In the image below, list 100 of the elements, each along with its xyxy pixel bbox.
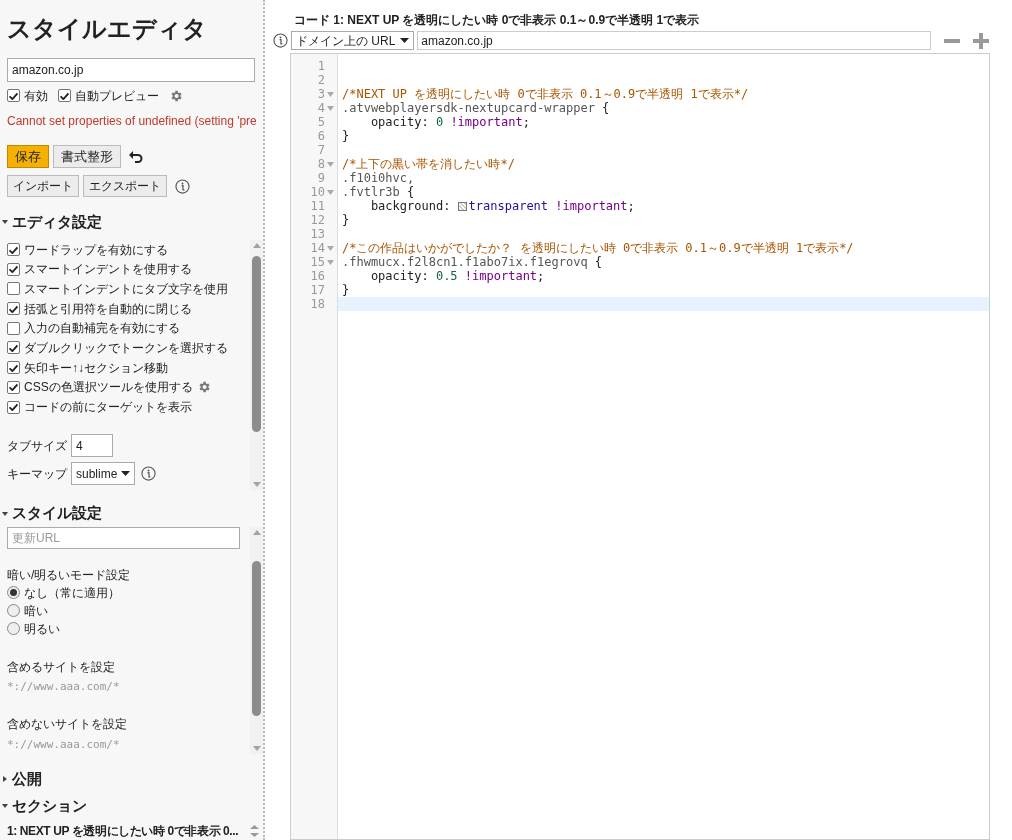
line-number: 10 xyxy=(310,185,325,199)
caret-icon xyxy=(400,38,410,43)
checkbox-label: 自動プレビュー xyxy=(75,87,159,105)
applies-to-field[interactable]: amazon.co.jp xyxy=(417,31,932,50)
format-button[interactable]: 書式整形 xyxy=(53,145,121,169)
checkbox[interactable] xyxy=(7,282,20,296)
checkmark-icon xyxy=(9,91,18,100)
code-line: .fhwmucx.f2l8cn1.f1abo7ix.f1egrovq { xyxy=(342,255,603,269)
mode-label: 暗い/明るいモード設定 xyxy=(7,566,132,584)
line-number: 5 xyxy=(317,115,325,129)
line-number: 12 xyxy=(310,213,325,227)
disclosure-icon[interactable] xyxy=(2,802,8,809)
include-label: 含めるサイトを設定 xyxy=(7,658,116,676)
checkbox[interactable] xyxy=(7,262,20,276)
code-line: /*この作品はいかがでしたか？ を透明にしたい時 0で非表示 0.1～0.9で半透明 1で表示*/ xyxy=(342,241,854,255)
line-number: 7 xyxy=(317,143,325,157)
checkbox[interactable] xyxy=(7,89,20,103)
code-line: .f10i0hvc, xyxy=(342,171,415,185)
info-icon[interactable] xyxy=(273,33,288,48)
checkmark-icon xyxy=(9,265,18,274)
option-label: ダブルクリックでトークンを選択する xyxy=(24,339,228,357)
checkbox[interactable] xyxy=(7,321,20,335)
checkmark-icon xyxy=(9,383,18,392)
option-label: コードの前にターゲットを表示 xyxy=(24,399,192,416)
disclosure-icon[interactable] xyxy=(2,510,8,517)
code-line: /*上下の黒い帯を消したい時*/ xyxy=(342,157,515,171)
tab-size-field[interactable]: 4 xyxy=(71,434,113,458)
radio-label: 明るい xyxy=(24,620,60,638)
code-line: .fvtlr3b { xyxy=(342,185,415,199)
code-line: opacity: 0.5 !important; xyxy=(369,269,545,283)
option-label: 矢印キー↑↓セクション移動 xyxy=(24,359,168,377)
field-label: タブサイズ xyxy=(7,437,68,455)
checkmark-icon xyxy=(9,403,18,411)
spinner-icon[interactable] xyxy=(250,824,259,838)
radio-button[interactable] xyxy=(7,622,20,636)
info-icon[interactable] xyxy=(141,466,157,482)
checkmark-icon xyxy=(60,91,69,100)
line-number: 13 xyxy=(310,227,325,241)
checkbox[interactable] xyxy=(7,243,20,256)
save-button[interactable]: 保存 xyxy=(7,145,49,169)
option-label: スマートインデントを使用する xyxy=(24,261,192,279)
line-number: 4 xyxy=(317,101,325,115)
gear-icon[interactable] xyxy=(169,88,183,103)
disclosure-icon[interactable] xyxy=(2,776,8,783)
exclude-label: 含めないサイトを設定 xyxy=(7,716,128,734)
import-button[interactable]: インポート xyxy=(7,175,79,198)
option-label: CSSの色選択ツールを使用する xyxy=(24,379,193,397)
radio-label: なし（常に適用） xyxy=(24,584,120,602)
export-button[interactable]: エクスポート xyxy=(83,175,167,198)
radio-label: 暗い xyxy=(24,602,48,620)
plus-icon[interactable] xyxy=(973,32,990,49)
app-title: スタイルエディタ xyxy=(7,14,208,44)
section-heading[interactable]: 公開 xyxy=(12,768,42,791)
code-line: .atvwebplayersdk-nextupcard-wrapper { xyxy=(342,101,610,115)
line-number: 2 xyxy=(317,73,325,87)
section-heading[interactable]: セクション xyxy=(12,794,87,817)
line-number: 1 xyxy=(317,59,325,73)
line-number: 9 xyxy=(317,171,325,185)
checkbox[interactable] xyxy=(7,302,20,316)
checkmark-icon xyxy=(9,245,18,254)
code-line: background: transparent !important; xyxy=(369,199,635,213)
code-line: opacity: 0 !important; xyxy=(369,115,530,129)
checkmark-icon xyxy=(9,363,18,372)
checkbox[interactable] xyxy=(7,400,20,414)
radio-button[interactable] xyxy=(7,604,20,618)
code-section-title: コード 1: NEXT UP を透明にしたい時 0で非表示 0.1～0.9で半透明 1で表示 xyxy=(294,12,701,29)
line-number: 14 xyxy=(310,241,325,255)
checkbox[interactable] xyxy=(58,89,71,103)
style-name-field[interactable]: amazon.co.jp xyxy=(7,58,255,82)
option-label: ワードラップを有効にする xyxy=(24,241,168,259)
update-url-field[interactable]: 更新URL xyxy=(7,526,240,549)
section-item[interactable]: 1: NEXT UP を透明にしたい時 0で非表示 0... xyxy=(7,822,247,840)
line-number: 11 xyxy=(310,199,325,213)
code-line: } xyxy=(342,129,350,143)
keymap-dropdown[interactable]: sublime xyxy=(71,462,136,486)
checkmark-icon xyxy=(9,304,18,313)
option-label: 入力の自動補完を有効にする xyxy=(24,320,180,338)
include-sites-field[interactable]: *://www.aaa.com/* xyxy=(7,677,242,697)
option-label: スマートインデントにタブ文字を使用 xyxy=(24,280,228,298)
line-number: 15 xyxy=(310,255,325,269)
code-line: } xyxy=(342,213,350,227)
section-heading[interactable]: スタイル設定 xyxy=(12,502,102,525)
line-number: 3 xyxy=(317,87,325,101)
checkbox[interactable] xyxy=(7,380,20,394)
checkbox[interactable] xyxy=(7,341,20,355)
error-message: Cannot set properties of undefined (setting 'pre xyxy=(7,112,257,130)
checkbox[interactable] xyxy=(7,361,20,375)
option-label: 括弧と引用符を自動的に閉じる xyxy=(24,300,192,318)
line-number: 6 xyxy=(317,129,325,143)
info-icon[interactable] xyxy=(175,178,190,194)
line-number: 16 xyxy=(310,269,325,283)
radio-button[interactable] xyxy=(7,586,20,600)
disclosure-icon[interactable] xyxy=(2,219,8,226)
line-number: 18 xyxy=(310,297,325,311)
caret-icon xyxy=(121,471,131,477)
applies-to-dropdown[interactable]: ドメイン上の URL xyxy=(291,31,415,50)
exclude-sites-field[interactable]: *://www.aaa.com/* xyxy=(7,735,242,754)
line-number: 17 xyxy=(310,283,325,297)
code-line: /*NEXT UP を透明にしたい時 0で非表示 0.1～0.9で半透明 1で表示*/ xyxy=(342,87,749,101)
section-heading[interactable]: エディタ設定 xyxy=(12,211,102,234)
